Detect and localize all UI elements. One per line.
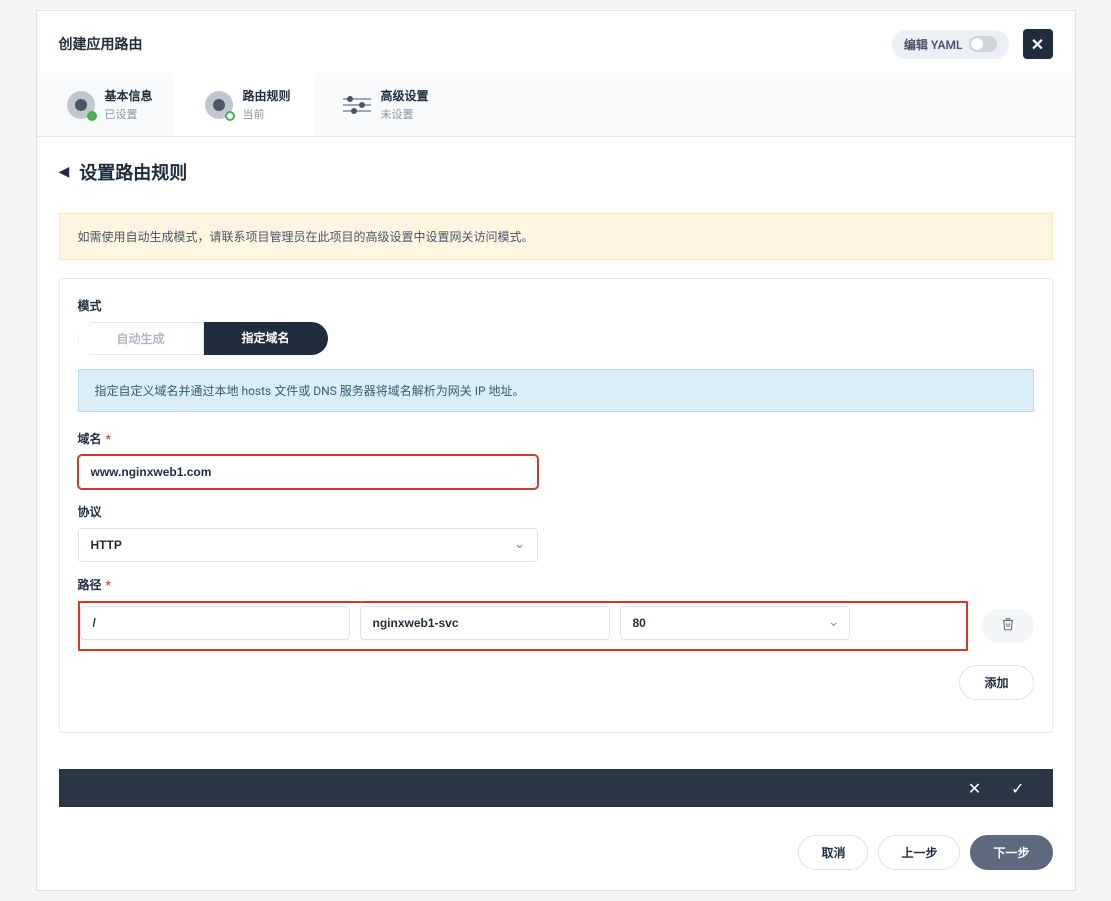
service-input[interactable]	[360, 606, 610, 640]
step-label: 路由规则	[243, 87, 291, 104]
domain-row: 域名*	[78, 430, 1034, 489]
mode-auto-option[interactable]: 自动生成	[78, 322, 204, 355]
action-bar: ✕ ✓	[59, 769, 1053, 807]
step-status: 未设置	[381, 106, 429, 122]
trash-icon	[1001, 617, 1015, 635]
path-label: 路径*	[78, 576, 1034, 593]
header-right: 编辑 YAML ✕	[892, 29, 1053, 59]
delete-path-button[interactable]	[982, 609, 1034, 643]
confirm-icon[interactable]: ✓	[1011, 779, 1024, 798]
alert-warning: 如需使用自动生成模式，请联系项目管理员在此项目的高级设置中设置网关访问模式。	[59, 213, 1053, 260]
port-select[interactable]	[620, 606, 850, 640]
section-header: ◀ 设置路由规则	[59, 159, 1053, 185]
step-route-rules[interactable]: 路由规则 当前	[175, 73, 313, 136]
section-title: 设置路由规则	[79, 159, 187, 185]
modal-header: 创建应用路由 编辑 YAML ✕	[37, 11, 1075, 73]
toggle-track	[969, 36, 997, 52]
next-button[interactable]: 下一步	[970, 835, 1052, 870]
cancel-button[interactable]: 取消	[798, 835, 868, 870]
create-route-modal: 创建应用路由 编辑 YAML ✕ 基本信息 已设置	[36, 10, 1076, 891]
toggle-knob	[971, 38, 983, 50]
add-path-button[interactable]: 添加	[959, 665, 1033, 700]
mode-label: 模式	[78, 297, 1034, 314]
prev-button[interactable]: 上一步	[878, 835, 960, 870]
modal-title: 创建应用路由	[59, 34, 143, 54]
mode-segment: 自动生成 指定域名	[78, 322, 328, 355]
modal-footer: 取消 上一步 下一步	[37, 821, 1075, 890]
protocol-select[interactable]	[78, 528, 538, 562]
dismiss-icon[interactable]: ✕	[968, 779, 981, 798]
path-input[interactable]	[80, 606, 350, 640]
domain-input[interactable]	[78, 455, 538, 489]
edit-yaml-toggle[interactable]: 编辑 YAML	[892, 30, 1009, 59]
step-label: 基本信息	[105, 87, 153, 104]
edit-yaml-label: 编辑 YAML	[904, 36, 963, 53]
alert-info: 指定自定义域名并通过本地 hosts 文件或 DNS 服务器将域名解析为网关 I…	[78, 369, 1034, 412]
path-row	[80, 606, 966, 640]
mode-custom-option[interactable]: 指定域名	[204, 322, 328, 355]
step-icon	[205, 91, 233, 119]
close-icon: ✕	[1031, 35, 1044, 54]
close-button[interactable]: ✕	[1023, 29, 1053, 59]
protocol-row: 协议	[78, 503, 1034, 562]
protocol-label: 协议	[78, 503, 1034, 520]
step-status: 已设置	[105, 106, 153, 122]
back-arrow-icon[interactable]: ◀	[59, 164, 70, 180]
step-label: 高级设置	[381, 87, 429, 104]
sliders-icon	[343, 91, 371, 119]
step-advanced-settings[interactable]: 高级设置 未设置	[313, 73, 451, 136]
content-area: ◀ 设置路由规则 如需使用自动生成模式，请联系项目管理员在此项目的高级设置中设置…	[37, 137, 1075, 769]
domain-label: 域名*	[78, 430, 1034, 447]
path-section: 路径*	[78, 576, 1034, 700]
step-status: 当前	[243, 106, 291, 122]
steps-nav: 基本信息 已设置 路由规则 当前 高级设置 未设置	[37, 73, 1075, 137]
rule-card: 模式 自动生成 指定域名 指定自定义域名并通过本地 hosts 文件或 DNS …	[59, 278, 1053, 733]
step-basic-info[interactable]: 基本信息 已设置	[37, 73, 175, 136]
step-icon	[67, 91, 95, 119]
